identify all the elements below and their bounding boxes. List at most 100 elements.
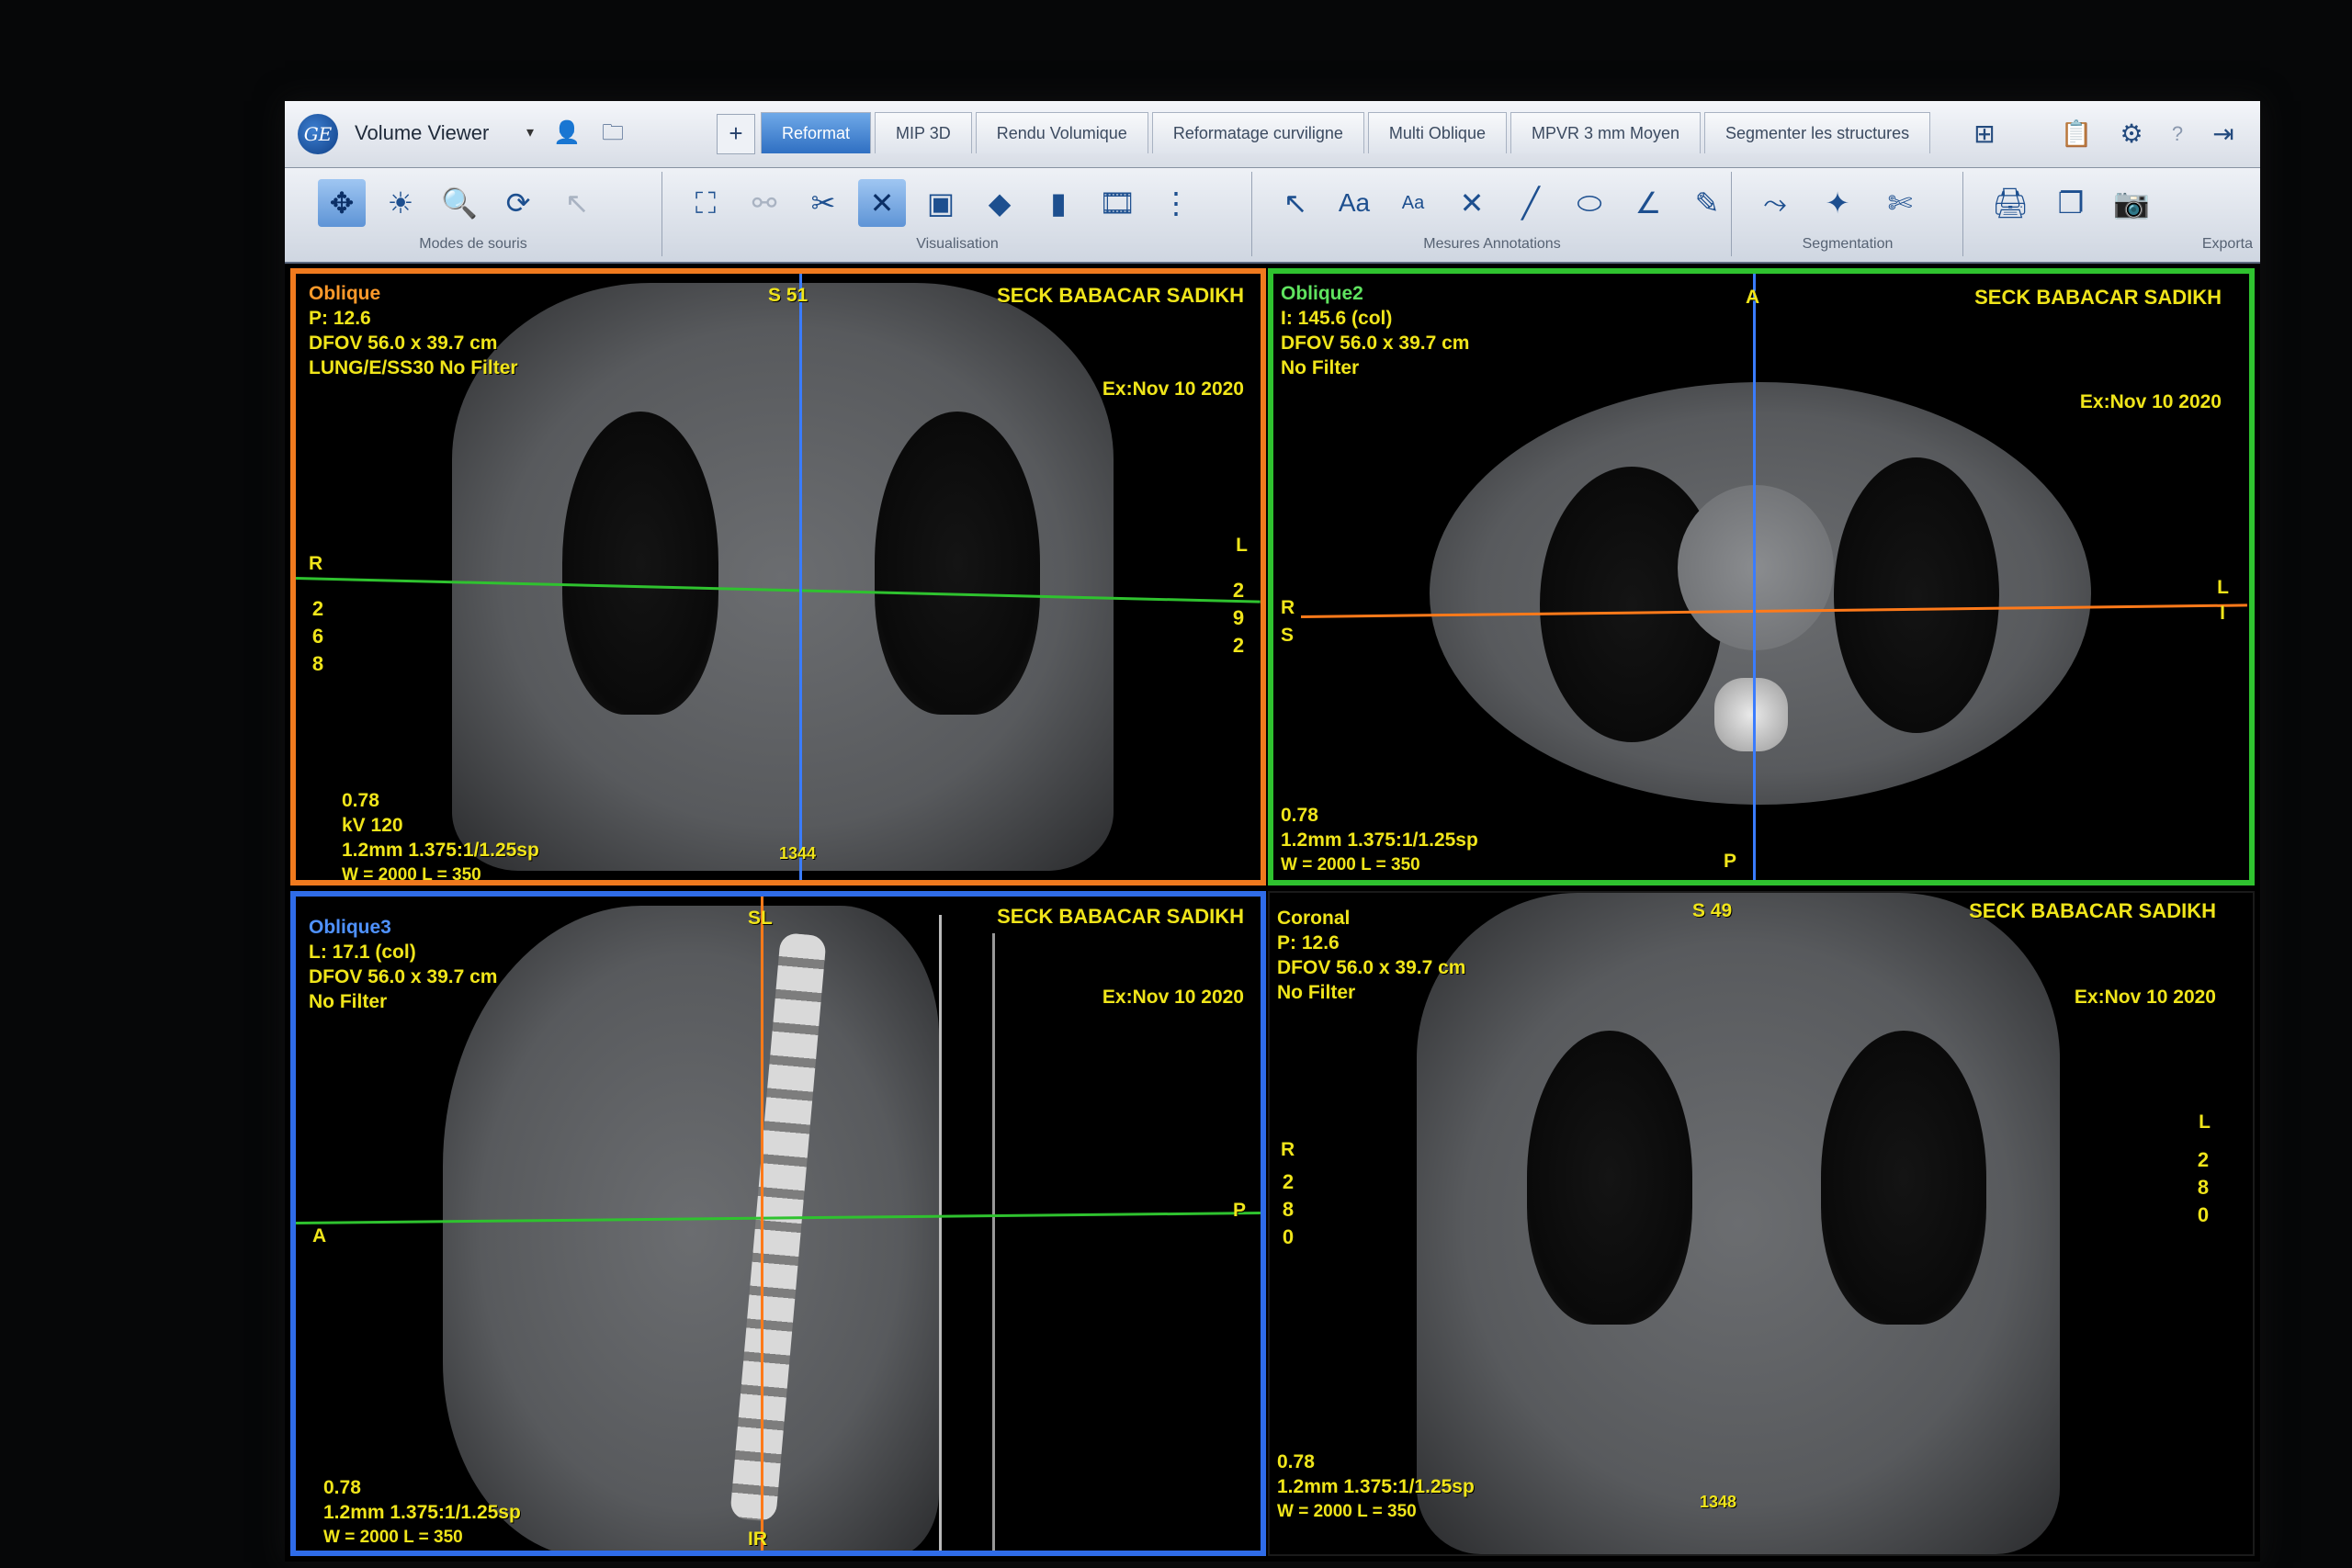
tab-rendu-volumique[interactable]: Rendu Volumique: [975, 112, 1148, 153]
window-level-4: W = 2000 L = 350: [1277, 1502, 1417, 1521]
arrow-annotation-icon[interactable]: ↖: [1272, 179, 1319, 227]
exam-date-4: Ex:Nov 10 2020: [2074, 987, 2216, 1008]
slice-thickness: 1.2mm 1.375:1/1.25sp: [342, 840, 539, 861]
vertebra: [1714, 678, 1788, 751]
scissors-icon[interactable]: ✄: [1876, 179, 1924, 227]
tab-segmenter[interactable]: Segmenter les structures: [1704, 112, 1931, 153]
patient-icon[interactable]: 👤: [551, 118, 582, 149]
visualisation-label: Visualisation: [916, 236, 999, 252]
tab-mpvr[interactable]: MPVR 3 mm Moyen: [1510, 112, 1702, 153]
viewport-title-3: Oblique3: [309, 917, 391, 938]
position-readout-2: I: 145.6 (col): [1281, 308, 1393, 329]
zoom-readout-3: 0.78: [323, 1477, 361, 1498]
left-lung-axial: [1834, 457, 1999, 733]
annotation-box-icon[interactable]: ▣: [917, 179, 965, 227]
text-small-icon[interactable]: Aa: [1389, 179, 1437, 227]
filter-readout-2: No Filter: [1281, 357, 1360, 378]
app-title[interactable]: Volume Viewer: [355, 121, 489, 145]
text-annotation-icon[interactable]: Aa: [1330, 179, 1378, 227]
viewport-oblique2[interactable]: Oblique2 I: 145.6 (col) DFOV 56.0 x 39.7…: [1268, 268, 2255, 886]
brightness-icon[interactable]: ☀: [377, 179, 424, 227]
window-level: W = 2000 L = 350: [342, 865, 481, 885]
crosshair-sagittal-line[interactable]: [799, 274, 802, 880]
position-readout: P: 12.6: [309, 308, 371, 329]
window-level-2: W = 2000 L = 350: [1281, 855, 1420, 874]
slice-number: 1344: [779, 844, 817, 863]
dfov-readout: DFOV 56.0 x 39.7 cm: [309, 333, 498, 354]
print-icon[interactable]: 🖨: [1986, 179, 2034, 227]
monitor-screen: GE Volume Viewer ▾ 👤 🗀 + Reformat MIP 3D…: [285, 101, 2260, 1562]
chevron-down-icon[interactable]: ▾: [514, 118, 546, 149]
viewport-title-2: Oblique2: [1281, 283, 1363, 304]
patient-name-3: SECK BABACAR SADIKH: [997, 905, 1244, 928]
orientation-left-2b: S: [1281, 625, 1295, 646]
exit-icon[interactable]: ⇥: [2205, 116, 2242, 152]
kv-readout: kV 120: [342, 815, 403, 836]
crosshair-sagittal-line-2[interactable]: [1753, 274, 1756, 880]
heart: [1678, 485, 1834, 650]
orientation-right-3: P: [1232, 1200, 1246, 1221]
position-readout-4: P: 12.6: [1277, 932, 1340, 953]
tab-reformat[interactable]: Reformat: [761, 112, 872, 153]
fit-screen-icon[interactable]: ⛶: [682, 179, 729, 227]
slice-thickness-2: 1.2mm 1.375:1/1.25sp: [1281, 829, 1478, 851]
patient-name-2: SECK BABACAR SADIKH: [1974, 286, 2222, 309]
clipboard-icon[interactable]: 📋: [2058, 116, 2095, 152]
window-level-3: W = 2000 L = 350: [323, 1528, 463, 1547]
movie-icon[interactable]: 🎞: [1093, 179, 1141, 227]
orientation-top-4: S 49: [1692, 900, 1733, 921]
orientation-top-2: A: [1746, 287, 1760, 308]
orientation-right: L: [1236, 535, 1248, 556]
volume-icon[interactable]: ▮: [1035, 179, 1082, 227]
pan-icon[interactable]: ✥: [318, 179, 366, 227]
mouse-modes-group: ✥ ☀ 🔍 ⟳ ↖ Modes de souris: [285, 172, 662, 256]
camera-icon[interactable]: 📷: [2108, 179, 2155, 227]
dfov-readout-4: DFOV 56.0 x 39.7 cm: [1277, 957, 1466, 978]
orientation-left: R: [309, 553, 323, 574]
pointer-icon[interactable]: ↖: [553, 179, 601, 227]
zoom-readout: 0.78: [342, 790, 379, 811]
exam-date-3: Ex:Nov 10 2020: [1102, 987, 1244, 1008]
layout-icon[interactable]: ⊞: [1966, 116, 2003, 152]
roi-icon[interactable]: ⬭: [1566, 179, 1613, 227]
angle-icon[interactable]: ∠: [1624, 179, 1672, 227]
ruler-icon[interactable]: ╱: [1507, 179, 1555, 227]
help-icon[interactable]: ?: [2159, 116, 2196, 152]
rotate-3d-icon[interactable]: ⟳: [494, 179, 542, 227]
folder-icon[interactable]: 🗀: [597, 118, 628, 149]
title-bar: GE Volume Viewer ▾ 👤 🗀 + Reformat MIP 3D…: [285, 101, 2260, 168]
orientation-left-3: A: [312, 1225, 327, 1247]
crosshair-icon[interactable]: ✂: [799, 179, 847, 227]
orientation-left-2: R: [1281, 597, 1295, 618]
table-line-2: [992, 933, 995, 1551]
viewport-oblique[interactable]: Oblique P: 12.6 DFOV 56.0 x 39.7 cm LUNG…: [290, 268, 1266, 886]
viewport-coronal[interactable]: Coronal P: 12.6 DFOV 56.0 x 39.7 cm No F…: [1268, 891, 2255, 1556]
position-readout-3: L: 17.1 (col): [309, 942, 416, 963]
tab-reformatage-curviligne[interactable]: Reformatage curviligne: [1151, 112, 1364, 153]
orientation-bottom-3: IR: [748, 1529, 767, 1550]
viewport-oblique3[interactable]: Oblique3 L: 17.1 (col) DFOV 56.0 x 39.7 …: [290, 891, 1266, 1556]
gear-icon[interactable]: ⚙: [2113, 116, 2150, 152]
oblique-axes-icon[interactable]: ✕: [858, 179, 906, 227]
add-tab-button[interactable]: +: [717, 114, 755, 154]
save-series-icon[interactable]: ❐: [2047, 179, 2095, 227]
zoom-readout-2: 0.78: [1281, 805, 1318, 826]
segmentation-label: Segmentation: [1802, 236, 1894, 252]
freehand-icon[interactable]: ✎: [1683, 179, 1731, 227]
tab-multi-oblique[interactable]: Multi Oblique: [1367, 112, 1507, 153]
magic-wand-icon[interactable]: ✦: [1814, 179, 1861, 227]
slab-icon[interactable]: ⋮: [1152, 179, 1200, 227]
crosshair-coronal-line-3[interactable]: [761, 897, 763, 1551]
cube-icon[interactable]: ◆: [976, 179, 1023, 227]
zoom-icon[interactable]: 🔍: [435, 179, 483, 227]
segment-path-icon[interactable]: ⤳: [1751, 179, 1799, 227]
link-icon[interactable]: ⚯: [741, 179, 788, 227]
tab-mip-3d[interactable]: MIP 3D: [875, 112, 972, 153]
ge-logo: GE: [298, 114, 338, 154]
exam-date-2: Ex:Nov 10 2020: [2079, 391, 2222, 412]
filter-readout: LUNG/E/SS30 No Filter: [309, 357, 518, 378]
orientation-top: S 51: [768, 285, 808, 306]
cross-measure-icon[interactable]: ✕: [1448, 179, 1496, 227]
dfov-readout-2: DFOV 56.0 x 39.7 cm: [1281, 333, 1470, 354]
slice-number-4: 1348: [1700, 1493, 1737, 1511]
